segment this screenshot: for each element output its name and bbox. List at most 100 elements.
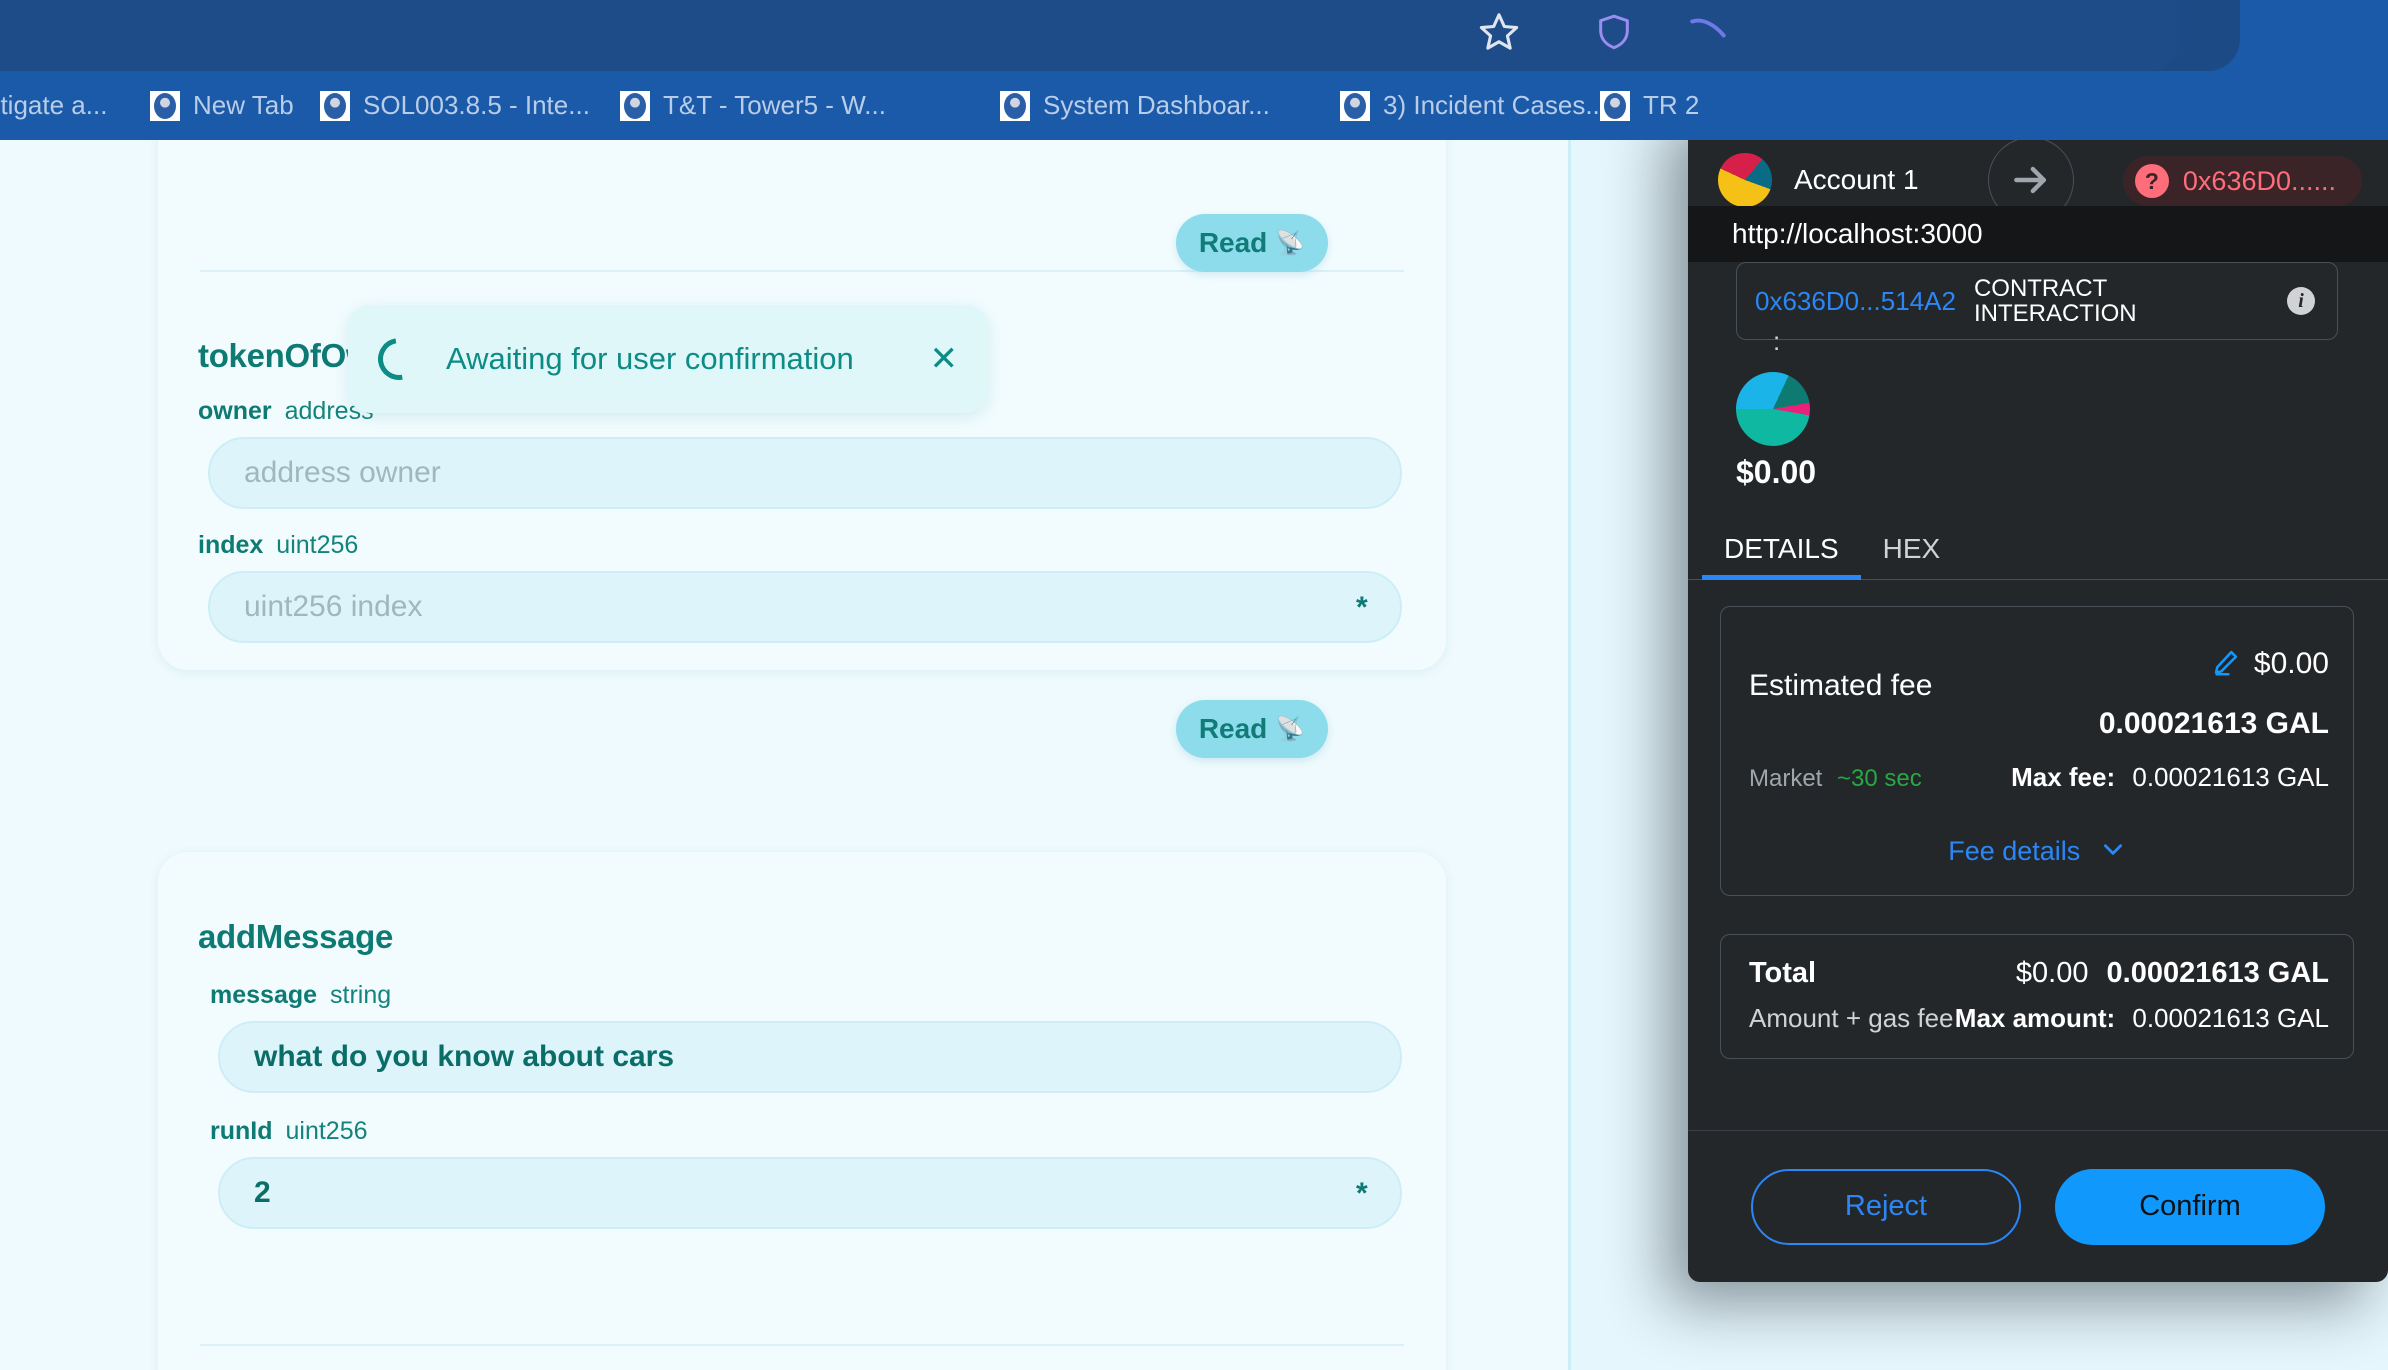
fee-speed-eta: ~30 sec [1837,765,1922,792]
tab-details[interactable]: DETAILS [1702,518,1861,580]
write-function-title: addMessage [198,918,393,956]
transaction-amount: $0.00 [1736,454,1817,490]
field-name-owner: owner [198,397,272,425]
browser-tab[interactable]: 3) Incident Cases... [1340,71,1607,140]
contract-interaction-box: 0x636D0...514A2 : CONTRACT INTERACTION i [1736,262,2338,356]
browser-chrome: vestigate a... New Tab SOL003.8.5 - Inte..… [0,0,2388,140]
contract-interaction-label: CONTRACT INTERACTION [1973,274,2137,327]
tab-hex[interactable]: HEX [1861,518,1963,580]
field-name-runid: runId [210,1117,273,1145]
fee-fiat: $0.00 [2253,647,2329,680]
field-label-owner: owner address [198,397,374,426]
browser-tab-label: New Tab [193,90,294,120]
info-icon[interactable]: i [2287,287,2315,315]
chevron-down-icon [2100,836,2126,869]
fee-edit-row[interactable]: $0.00 [2212,647,2329,681]
read-button-top[interactable]: Read 📡 [1176,214,1328,272]
close-icon[interactable]: ✕ [930,342,959,376]
question-mark-icon: ? [2134,164,2169,198]
field-type-runid: uint256 [285,1117,368,1145]
total-amount: 0.00021613 GAL [2106,957,2329,989]
satellite-dish-icon: 📡 [1275,229,1306,257]
browser-tab-label: vestigate a... [0,90,108,120]
field-name-message: message [210,981,318,1009]
browser-tab-label: 3) Incident Cases... [1383,90,1607,120]
omnibox-area[interactable] [0,0,2180,71]
input-index[interactable] [208,571,1402,643]
max-amount-value: 0.00021613 GAL [2132,1003,2329,1033]
total-sublabel: Amount + gas fee [1749,1003,1954,1033]
metamask-tabs: DETAILS HEX [1688,518,2388,580]
token-identicon [1736,372,1810,446]
max-fee-key: Max fee: [2011,762,2116,792]
input-message[interactable] [218,1021,1402,1093]
page-content: Read 📡 tokenOfOwnerByIndex i owner addre… [0,140,2388,1370]
max-amount-key: Max amount: [1954,1003,2116,1033]
satellite-dish-icon: 📡 [1275,715,1306,743]
account-name: Account 1 [1794,163,1919,195]
globe-icon [1340,90,1370,121]
loading-spinner-icon [369,329,429,389]
contract-address[interactable]: 0x636D0...514A2 [1755,286,1956,316]
total-values: $0.00 0.00021613 GAL [2016,957,2329,990]
tab-strip: vestigate a... New Tab SOL003.8.5 - Inte..… [0,71,2388,140]
browser-tab-label: SOL003.8.5 - Inte... [363,90,590,120]
field-type-message: string [330,981,392,1009]
confirm-button[interactable]: Confirm [2055,1168,2325,1245]
globe-icon [320,90,350,121]
browser-tab-label: T&T - Tower5 - W... [663,90,886,120]
toast-message: Awaiting for user confirmation [446,341,854,376]
field-label-runid: runId uint256 [210,1117,368,1146]
max-amount-row: Max amount: 0.00021613 GAL [1955,1003,2329,1034]
field-name-index: index [198,531,264,559]
globe-icon [1600,90,1630,121]
total-fiat: $0.00 [2015,957,2089,989]
field-type-index: uint256 [276,531,359,559]
browser-tab[interactable]: TR 2 [1600,71,1699,140]
write-function-card: addMessage message string runId uint256 … [158,852,1446,1370]
input-runid[interactable] [218,1157,1402,1229]
browser-tab[interactable]: SOL003.8.5 - Inte... [320,71,590,140]
reject-button[interactable]: Reject [1751,1168,2021,1245]
browser-toolbar [0,0,2240,71]
browser-tab-label: System Dashboar... [1043,90,1270,120]
extension-icon[interactable] [1680,4,1736,60]
globe-icon [150,90,180,121]
max-fee-row: Max fee: 0.00021613 GAL [2011,762,2329,793]
read-button-top-label: Read [1198,227,1268,258]
star-icon[interactable] [1471,4,1527,60]
metamask-footer: Reject Confirm [1688,1130,2388,1282]
estimated-fee-box: $0.00 Estimated fee 0.00021613 GAL Marke… [1720,606,2354,896]
awaiting-confirmation-toast: Awaiting for user confirmation ✕ [348,305,988,413]
fee-speed-row: Market ~30 sec [1749,765,1922,793]
write-function-name: addMessage [198,918,394,955]
total-label: Total [1749,957,1817,989]
total-box: Total $0.00 0.00021613 GAL Amount + gas … [1720,934,2354,1059]
content-divider [1568,140,1571,1370]
read-button-label: Read [1198,713,1268,744]
pencil-icon[interactable] [2212,648,2240,681]
card-divider [200,1344,1404,1346]
avatar [1718,152,1772,207]
browser-tab[interactable]: vestigate a... [0,71,107,140]
network-name: 0x636D0...... [2182,165,2336,196]
browser-tab-label: TR 2 [1643,90,1700,120]
fee-details-label: Fee details [1948,835,2081,866]
input-owner[interactable] [208,437,1402,509]
required-marker-runid: * [1356,1177,1368,1210]
tab-details-label: DETAILS [1724,533,1839,564]
estimated-fee-label: Estimated fee [1749,669,1933,702]
browser-tab[interactable]: System Dashboar... [1000,71,1270,140]
read-button[interactable]: Read 📡 [1176,700,1328,758]
fee-details-toggle[interactable]: Fee details [1721,836,2353,869]
browser-tab[interactable]: T&T - Tower5 - W... [620,71,886,140]
globe-icon [1000,90,1030,121]
max-fee-value: 0.00021613 GAL [2132,762,2329,792]
browser-tab[interactable]: New Tab [150,71,294,140]
shield-icon[interactable] [1586,4,1642,60]
estimated-fee-amount: 0.00021613 GAL [2098,707,2329,740]
field-label-index: index uint256 [198,531,358,560]
network-badge-pill[interactable]: ? 0x636D0...... [2122,156,2362,206]
required-marker-index: * [1356,591,1368,624]
globe-icon [620,90,650,121]
